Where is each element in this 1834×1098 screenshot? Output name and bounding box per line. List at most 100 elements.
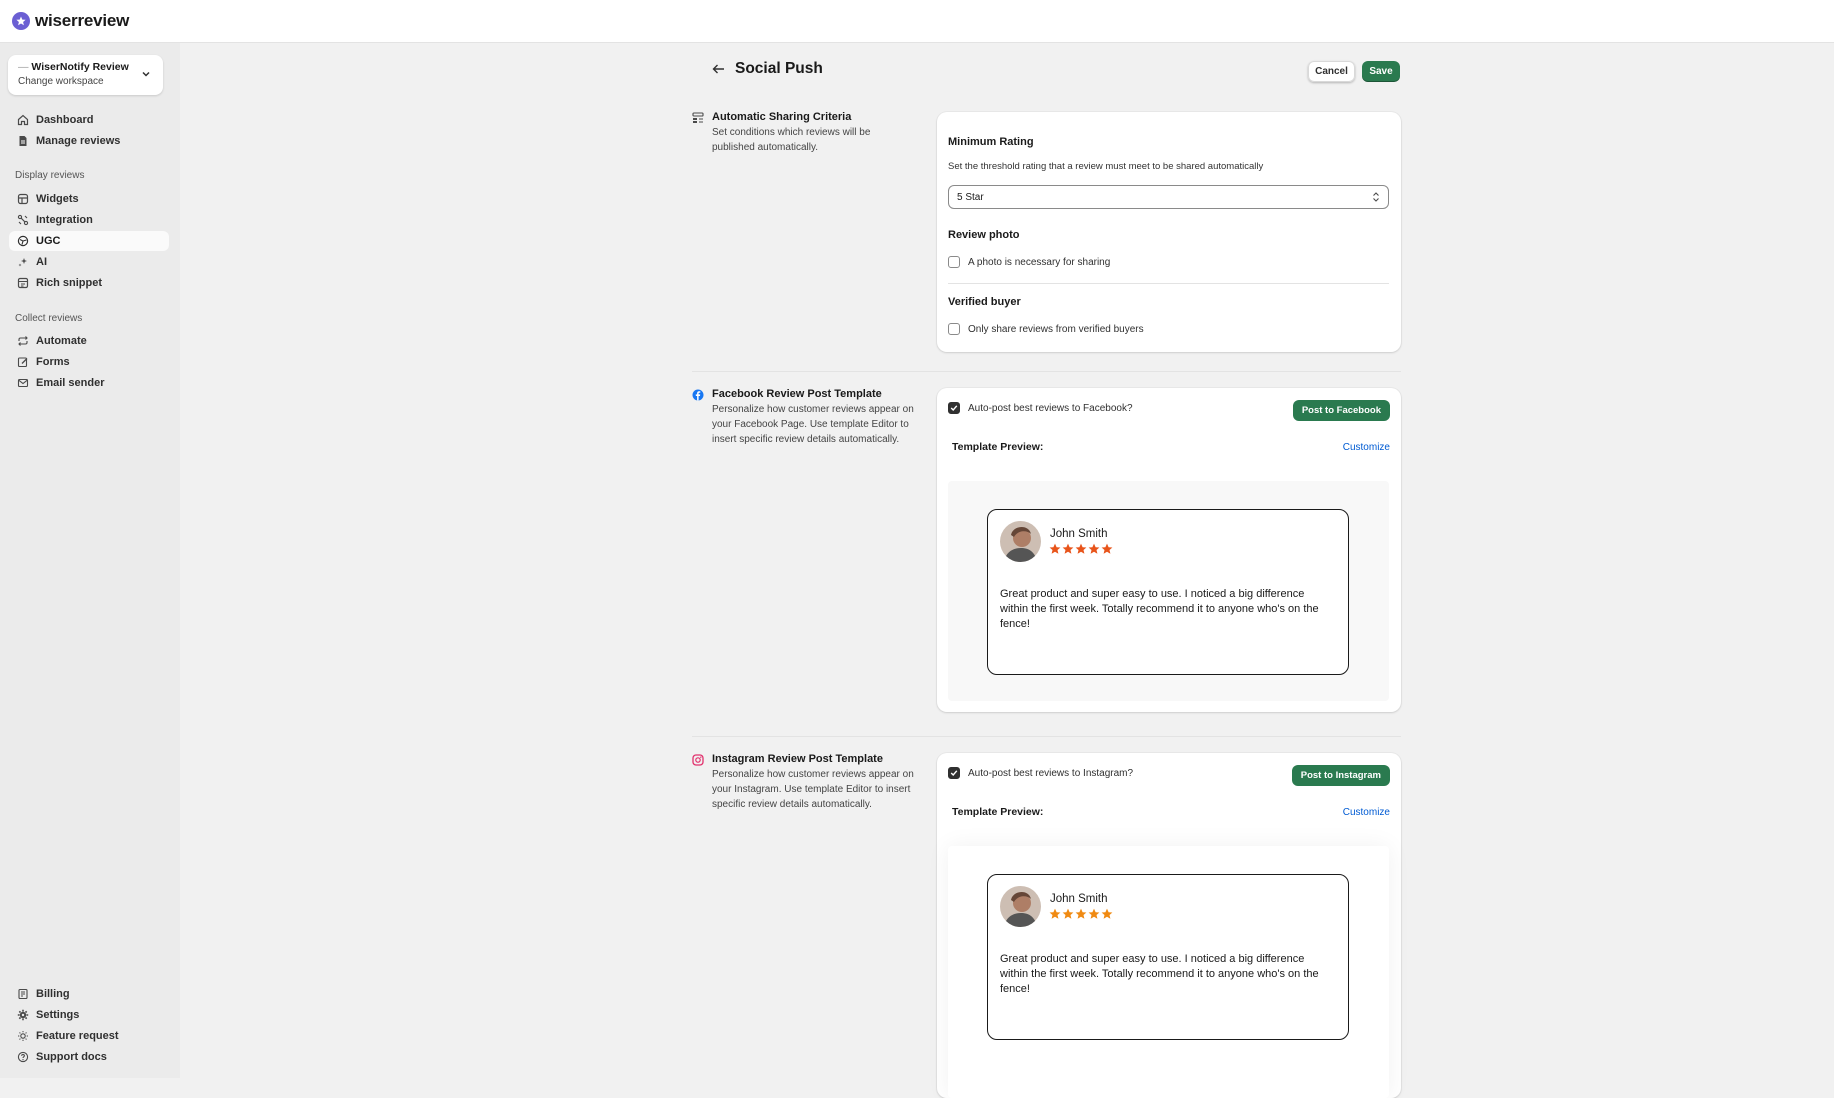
star-icon [1049, 908, 1061, 919]
star-icon [1075, 543, 1087, 554]
facebook-autopost-checkbox[interactable] [948, 402, 960, 414]
instagram-customize-link[interactable]: Customize [1343, 807, 1390, 818]
star-icon [1075, 908, 1087, 919]
instagram-autopost-checkbox[interactable] [948, 767, 960, 779]
back-arrow-icon[interactable] [712, 63, 725, 75]
ugc-icon [17, 235, 29, 247]
star-icon [1049, 543, 1061, 554]
help-icon [17, 1051, 29, 1063]
star-icon [1101, 543, 1113, 554]
sidebar-item-label: Forms [36, 356, 70, 368]
sidebar-item-label: AI [36, 256, 47, 268]
min-rating-select[interactable]: 5 Star [948, 185, 1389, 209]
instagram-section-header: Instagram Review Post Template Personali… [692, 753, 927, 812]
document-icon [19, 136, 27, 146]
verified-buyer-title: Verified buyer [948, 296, 1021, 308]
sidebar-item-integration[interactable]: Integration [9, 210, 169, 230]
facebook-section-header: Facebook Review Post Template Personaliz… [692, 388, 927, 447]
chevron-down-icon [142, 71, 150, 77]
bulb-icon [18, 1031, 28, 1041]
facebook-autopost-row[interactable]: Auto-post best reviews to Facebook? [948, 402, 1133, 414]
review-photo-title: Review photo [948, 229, 1020, 241]
reviewer-name: John Smith [1050, 528, 1108, 540]
main-content: Social Push Cancel Save Automatic Sharin… [180, 43, 1834, 1098]
home-icon [17, 114, 29, 126]
verified-buyer-checkbox[interactable] [948, 323, 960, 335]
instagram-autopost-label: Auto-post best reviews to Instagram? [968, 767, 1134, 779]
checkmark-icon [950, 405, 958, 412]
section-display-reviews: Display reviews [15, 170, 85, 181]
sidebar-item-support-docs[interactable]: Support docs [9, 1047, 169, 1067]
sidebar-item-rich-snippet[interactable]: Rich snippet [9, 273, 169, 293]
review-text: Great product and super easy to use. I n… [1000, 953, 1319, 995]
criteria-description: Set conditions which reviews will be pub… [712, 127, 871, 153]
min-rating-help: Set the threshold rating that a review m… [948, 161, 1264, 172]
sidebar-item-label: Dashboard [36, 114, 94, 126]
workspace-subtitle: Change workspace [18, 76, 104, 87]
rating-stars [1049, 543, 1114, 555]
instagram-review-card: John Smith Great product and super easy … [987, 874, 1349, 1040]
instagram-autopost-row[interactable]: Auto-post best reviews to Instagram? [948, 767, 1133, 779]
verified-buyer-checkbox-row[interactable]: Only share reviews from verified buyers [948, 323, 1144, 335]
photo-required-checkbox-row[interactable]: A photo is necessary for sharing [948, 256, 1110, 268]
sidebar-item-label: Manage reviews [36, 135, 121, 147]
sidebar-item-widgets[interactable]: Widgets [9, 189, 169, 209]
select-arrows-icon [1373, 192, 1379, 202]
reviewer-avatar [1000, 886, 1041, 927]
section-collect-reviews: Collect reviews [15, 313, 83, 324]
sidebar-item-settings[interactable]: Settings [9, 1005, 169, 1025]
sidebar-item-manage-reviews[interactable]: Manage reviews [9, 131, 169, 151]
save-button[interactable]: Save [1362, 61, 1400, 82]
criteria-title: Automatic Sharing Criteria [712, 111, 852, 123]
sidebar-item-dashboard[interactable]: Dashboard [9, 110, 169, 130]
instagram-preview-area: John Smith Great product and super easy … [948, 846, 1389, 1098]
sidebar-item-billing[interactable]: Billing [9, 984, 169, 1004]
instagram-title: Instagram Review Post Template [712, 753, 883, 765]
sidebar-item-feature-request[interactable]: Feature request [9, 1026, 169, 1046]
logo-icon [12, 12, 30, 30]
brand-name: wiserreview [35, 11, 130, 30]
instagram-preview-label: Template Preview: [952, 806, 1044, 818]
facebook-title: Facebook Review Post Template [712, 388, 882, 400]
photo-required-label: A photo is necessary for sharing [968, 256, 1111, 268]
facebook-card: Auto-post best reviews to Facebook? Post… [937, 388, 1401, 712]
section-divider [692, 371, 1401, 372]
photo-required-checkbox[interactable] [948, 256, 960, 268]
page-header: Social Push [712, 60, 823, 78]
sidebar-item-automate[interactable]: Automate [9, 331, 169, 351]
checkmark-icon [950, 770, 958, 777]
review-text: Great product and super easy to use. I n… [1000, 588, 1319, 630]
sidebar-item-label: Email sender [36, 377, 105, 389]
page-title: Social Push [735, 60, 823, 77]
min-rating-value: 5 Star [957, 191, 984, 203]
star-icon [1088, 908, 1100, 919]
sidebar-item-label: Settings [36, 1009, 80, 1021]
post-to-instagram-button[interactable]: Post to Instagram [1291, 765, 1390, 786]
sidebar-item-label: Rich snippet [36, 277, 103, 289]
star-icon [1062, 908, 1074, 919]
sidebar-item-label: Billing [36, 988, 70, 1000]
star-icon [1101, 908, 1113, 919]
facebook-preview-area: John Smith Great product and super easy … [948, 481, 1389, 701]
star-icon [1062, 543, 1074, 554]
sidebar: — WiserNotify Review Change workspace Da… [0, 43, 180, 1078]
instagram-description: Personalize how customer reviews appear … [712, 769, 914, 810]
integration-icon [17, 214, 29, 226]
post-to-facebook-button[interactable]: Post to Facebook [1292, 400, 1390, 421]
widgets-icon [17, 193, 29, 205]
sidebar-item-ai[interactable]: AI [9, 252, 169, 272]
facebook-description: Personalize how customer reviews appear … [712, 404, 914, 445]
gear-icon [17, 1009, 29, 1021]
cancel-button[interactable]: Cancel [1308, 61, 1355, 82]
sidebar-item-email-sender[interactable]: Email sender [9, 373, 169, 393]
sidebar-item-ugc[interactable]: UGC [9, 231, 169, 251]
facebook-preview-label: Template Preview: [952, 441, 1044, 453]
billing-icon [18, 988, 28, 1000]
instagram-icon [692, 754, 704, 766]
sidebar-item-forms[interactable]: Forms [9, 352, 169, 372]
facebook-customize-link[interactable]: Customize [1343, 442, 1390, 453]
email-icon [17, 378, 29, 388]
workspace-name: — WiserNotify Review [18, 61, 129, 73]
verified-buyer-label: Only share reviews from verified buyers [968, 323, 1144, 335]
workspace-switcher[interactable]: — WiserNotify Review Change workspace [8, 55, 163, 95]
